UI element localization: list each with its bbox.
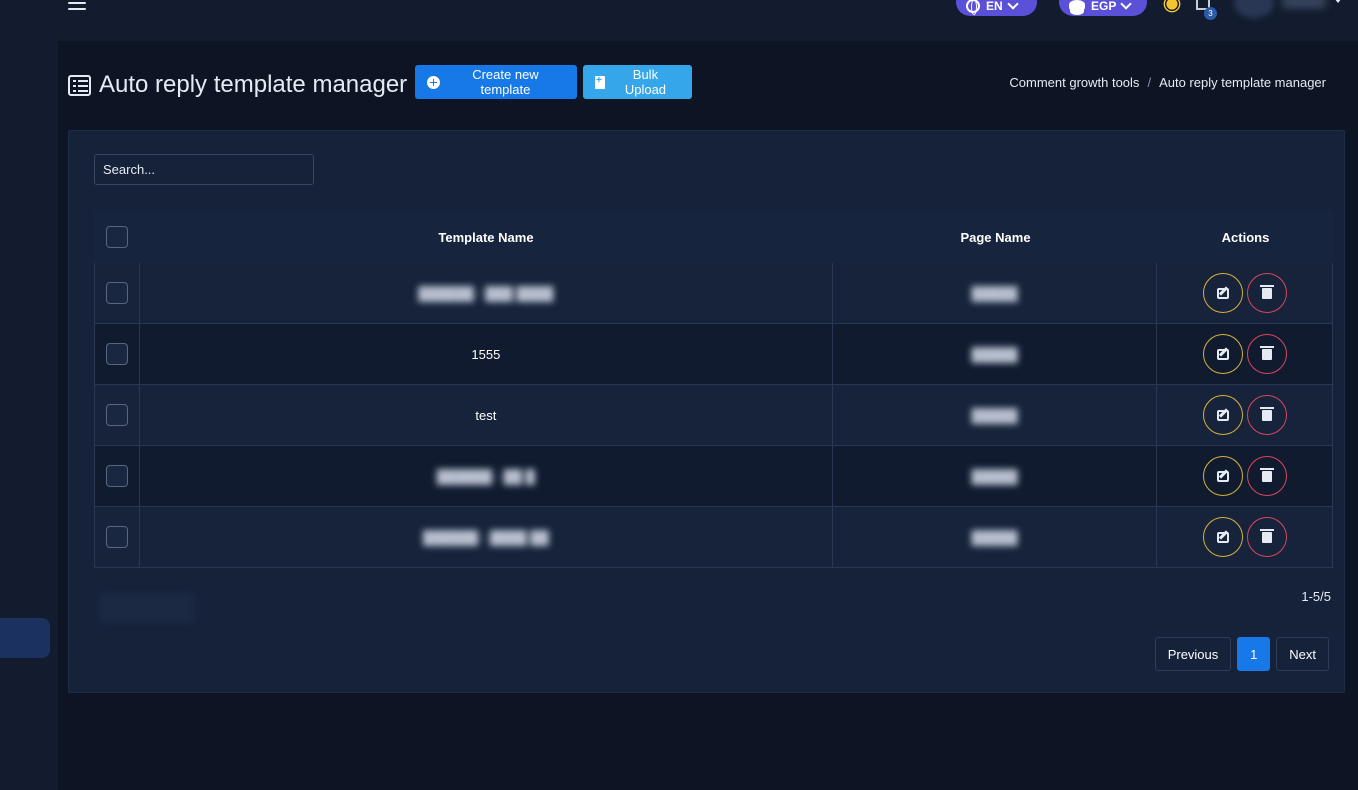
edit-icon [1216,287,1229,299]
table-header: Template Name Page Name Actions [94,211,1333,263]
edit-icon [1216,409,1229,421]
edit-button[interactable] [1202,395,1243,435]
language-selector[interactable]: EN [956,0,1037,16]
table-row: ██████ - ████ ██ █████ [94,507,1333,568]
table-row: ██████ - ███ ████ █████ [94,263,1333,324]
sidebar-active-item[interactable] [0,618,50,658]
page-size-selector[interactable] [99,593,194,623]
username-blurred[interactable] [1282,0,1326,8]
breadcrumb-separator: / [1147,75,1152,90]
chevron-down-icon [1007,0,1019,10]
edit-button[interactable] [1202,334,1243,374]
templates-table: Template Name Page Name Actions ██████ -… [94,211,1333,568]
next-page-button[interactable]: Next [1276,637,1329,671]
currency-selector[interactable]: EGP [1059,0,1147,16]
globe-icon [966,0,980,15]
edit-icon [1216,531,1229,543]
trash-icon [1259,406,1274,421]
chevron-down-icon [1120,0,1133,10]
delete-button[interactable] [1246,273,1287,313]
template-name: ██████ - ████ ██ [423,529,549,545]
page-title: Auto reply template manager [99,71,408,98]
currency-label: EGP [1091,0,1117,13]
bulk-upload-label: Bulk Upload [624,67,667,97]
page-name: █████ [971,529,1018,545]
column-header-template-name[interactable]: Template Name [139,211,833,263]
row-checkbox[interactable] [105,465,128,487]
theme-toggle-sun-icon[interactable] [1166,0,1178,10]
top-bar: EN EGP 3 [0,0,1358,41]
create-template-label: Create new template [472,67,539,97]
row-checkbox[interactable] [105,282,128,304]
row-checkbox[interactable] [105,343,128,365]
page-name: █████ [971,468,1018,484]
pagination: Previous 1 Next [1154,637,1329,671]
row-checkbox[interactable] [105,404,128,426]
create-template-button[interactable]: Create new template [415,65,577,99]
template-name: 1555 [471,346,501,362]
table-row: test █████ [94,385,1333,446]
sidebar [0,41,58,790]
record-count: 1-5/5 [1301,589,1331,604]
page-1-button[interactable]: 1 [1237,637,1271,671]
trash-icon [1259,467,1274,482]
delete-button[interactable] [1246,395,1287,435]
select-all-checkbox[interactable] [105,226,128,248]
edit-icon [1216,470,1229,482]
delete-button[interactable] [1246,517,1287,557]
delete-button[interactable] [1246,456,1287,496]
row-checkbox[interactable] [105,526,128,548]
caret-down-icon[interactable] [1334,0,1342,3]
plus-circle-icon [427,75,440,89]
trash-icon [1259,528,1274,543]
page-name: █████ [971,346,1018,362]
delete-button[interactable] [1246,334,1287,374]
notification-badge: 3 [1204,7,1217,20]
template-name: ██████ - ██ █ [436,468,535,484]
avatar[interactable] [1234,0,1274,18]
breadcrumb-item-comment-growth-tools[interactable]: Comment growth tools [1009,75,1139,90]
breadcrumb-item-current: Auto reply template manager [1159,75,1326,90]
template-name: ██████ - ███ ████ [418,285,554,301]
bulk-upload-button[interactable]: Bulk Upload [583,65,692,99]
edit-icon [1216,348,1229,360]
search-input[interactable] [94,154,314,185]
list-icon [68,74,91,96]
trash-icon [1259,345,1274,360]
coins-icon [1069,0,1085,12]
template-name: test [475,407,497,423]
column-header-page-name[interactable]: Page Name [833,211,1158,263]
language-label: EN [986,0,1003,13]
page-name: █████ [971,407,1018,423]
edit-button[interactable] [1202,517,1243,557]
table-row: ██████ - ██ █ █████ [94,446,1333,507]
page-header: Auto reply template manager [68,70,407,100]
edit-button[interactable] [1202,456,1243,496]
file-upload-icon [595,75,605,89]
trash-icon [1259,284,1274,299]
menu-icon[interactable] [68,0,86,10]
edit-button[interactable] [1202,273,1243,313]
column-header-actions: Actions [1221,229,1270,245]
previous-page-button[interactable]: Previous [1154,637,1232,671]
page-name: █████ [971,285,1018,301]
breadcrumb: Comment growth tools / Auto reply templa… [1009,75,1326,90]
templates-card: Template Name Page Name Actions ██████ -… [68,130,1345,693]
table-row: 1555 █████ [94,324,1333,385]
